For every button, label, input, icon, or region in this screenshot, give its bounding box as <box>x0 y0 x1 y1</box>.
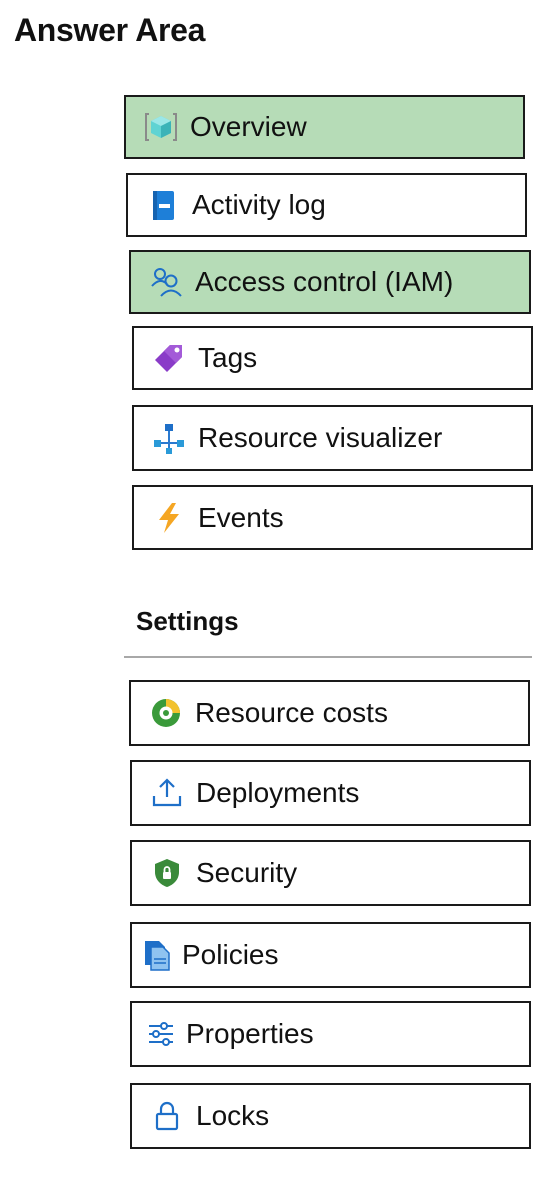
properties-icon <box>144 1017 178 1051</box>
menu-item-security[interactable]: Security <box>130 840 531 906</box>
resource-visualizer-icon <box>152 421 186 455</box>
menu-item-deployments[interactable]: Deployments <box>130 760 531 826</box>
menu-item-label: Tags <box>198 342 258 373</box>
activity-log-icon <box>146 188 180 222</box>
access-control-icon <box>149 265 183 299</box>
tag-icon <box>152 341 186 375</box>
lock-icon <box>150 1099 184 1133</box>
menu-item-overview[interactable]: Overview <box>124 95 525 159</box>
page-title: Answer Area <box>14 12 206 48</box>
menu-item-access-control[interactable]: Access control (IAM) <box>129 250 531 314</box>
shield-icon <box>150 856 184 890</box>
policies-icon <box>140 938 174 972</box>
settings-heading: Settings <box>136 606 239 636</box>
menu-item-events[interactable]: Events <box>132 485 533 550</box>
menu-item-label: Deployments <box>196 777 360 808</box>
menu-item-label: Policies <box>182 939 279 970</box>
deployments-icon <box>150 776 184 810</box>
menu-item-label: Properties <box>186 1018 314 1049</box>
menu-item-label: Resource costs <box>195 697 388 728</box>
menu-item-label: Events <box>198 501 284 533</box>
menu-item-label: Overview <box>190 111 307 142</box>
resource-costs-icon <box>149 696 183 730</box>
menu-item-label: Activity log <box>192 189 326 220</box>
menu-item-label: Security <box>196 857 298 888</box>
menu-item-tags[interactable]: Tags <box>132 326 533 390</box>
menu-item-label: Locks <box>196 1100 270 1131</box>
settings-divider <box>124 656 532 658</box>
menu-item-resource-costs[interactable]: Resource costs <box>129 680 530 746</box>
menu-item-properties[interactable]: Properties <box>130 1001 531 1067</box>
menu-item-activity-log[interactable]: Activity log <box>126 173 527 237</box>
menu-item-locks[interactable]: Locks <box>130 1083 531 1149</box>
menu-item-resource-visualizer[interactable]: Resource visualizer <box>132 405 533 471</box>
menu-item-policies[interactable]: Policies <box>130 922 531 988</box>
overview-icon <box>144 110 178 144</box>
lightning-icon <box>152 501 186 535</box>
menu-item-label: Access control (IAM) <box>195 266 454 297</box>
menu-item-label: Resource visualizer <box>198 422 443 453</box>
